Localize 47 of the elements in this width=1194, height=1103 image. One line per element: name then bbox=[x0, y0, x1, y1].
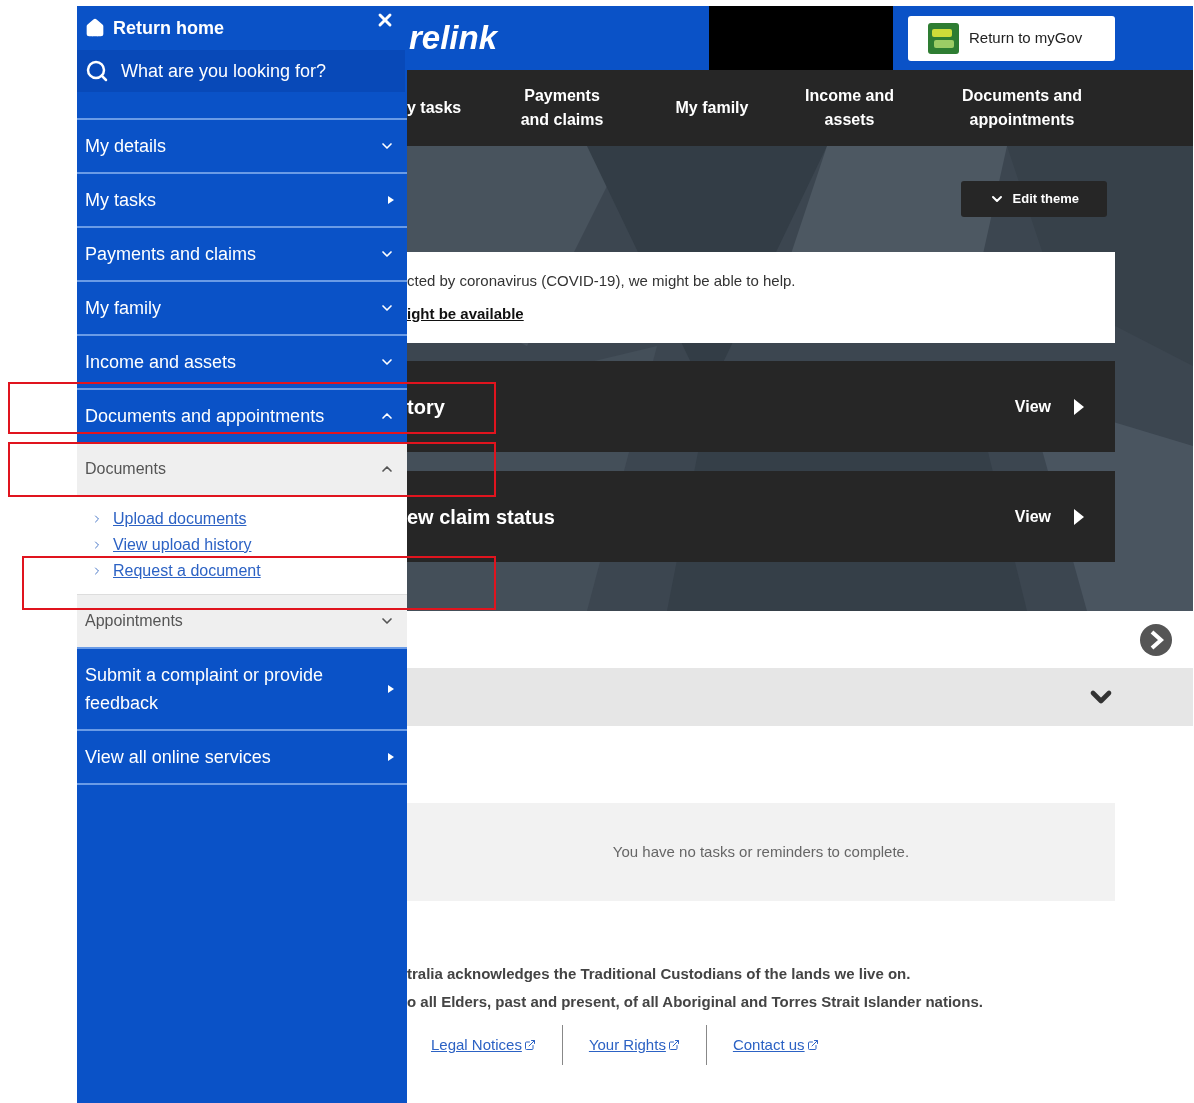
menu-item[interactable]: Income and assets bbox=[77, 336, 407, 388]
nav-link[interactable]: My family bbox=[657, 96, 767, 120]
external-link-icon bbox=[806, 1039, 819, 1051]
triangle-right-icon bbox=[387, 752, 395, 762]
triangle-right-icon bbox=[387, 195, 395, 205]
submenu-link[interactable]: Request a document bbox=[113, 559, 261, 582]
menu-item[interactable]: My details bbox=[77, 120, 407, 172]
view-label: View bbox=[1014, 506, 1051, 527]
submenu-header[interactable]: Documents bbox=[77, 442, 407, 495]
external-link-icon bbox=[667, 1039, 680, 1051]
mygov-logo-icon bbox=[928, 22, 959, 54]
search-bar[interactable]: What are you looking for? bbox=[77, 50, 405, 92]
tasks-message: You have no tasks or reminders to complete. bbox=[612, 841, 910, 862]
search-field[interactable]: What are you looking for? bbox=[121, 57, 391, 85]
menu-item[interactable]: Payments and claims bbox=[77, 228, 407, 280]
footer-link[interactable]: Contact us bbox=[732, 1033, 819, 1057]
triangle-right-icon bbox=[387, 684, 395, 694]
notice-link[interactable]: ight be available bbox=[407, 302, 524, 325]
link-card[interactable]: ew claim status View bbox=[407, 471, 1115, 562]
external-link-icon bbox=[523, 1039, 536, 1051]
menu-item[interactable]: My family bbox=[77, 282, 407, 334]
menu-item[interactable]: My tasks bbox=[77, 174, 407, 226]
menu-item[interactable]: Submit a complaint or provide feedback bbox=[77, 649, 407, 729]
home-icon bbox=[85, 18, 105, 38]
nav-link[interactable]: Payments and claims bbox=[467, 84, 657, 132]
nav-link[interactable]: Income and assets bbox=[767, 84, 932, 132]
menu-item[interactable]: Documents and appointments bbox=[77, 390, 407, 442]
footer-link[interactable]: Your Rights bbox=[588, 1033, 680, 1057]
edit-theme-button[interactable]: Edit theme bbox=[960, 181, 1107, 217]
link-card[interactable]: tory View bbox=[407, 361, 1115, 452]
view-label: View bbox=[1014, 396, 1051, 417]
submenu-header[interactable]: Appointments bbox=[77, 594, 407, 647]
logo: relink bbox=[408, 18, 499, 59]
search-icon bbox=[85, 59, 109, 83]
notice-text: cted by coronavirus (COVID-19), we might be able to help. bbox=[407, 271, 797, 291]
triangle-right-icon bbox=[1073, 397, 1085, 416]
submenu-link[interactable]: View upload history bbox=[113, 533, 252, 556]
return-home-link[interactable]: Return home bbox=[85, 14, 224, 42]
submenu-link[interactable]: Upload documents bbox=[113, 507, 247, 530]
acknowledgement-text: tralia acknowledges the Traditional Custodians of the lands we live on. bbox=[407, 964, 912, 984]
footer-link[interactable]: Legal Notices bbox=[431, 1033, 536, 1057]
triangle-right-icon bbox=[1073, 507, 1085, 526]
return-mygov-button[interactable]: Return to myGov bbox=[908, 15, 1115, 61]
acknowledgement-text: o all Elders, past and present, of all Aboriginal and Torres Strait Islander nations. bbox=[407, 991, 984, 1012]
menu-item[interactable]: View all online services bbox=[77, 731, 407, 783]
nav-link[interactable]: y tasks bbox=[407, 96, 467, 120]
nav-link[interactable]: Documents and appointments bbox=[932, 84, 1112, 132]
